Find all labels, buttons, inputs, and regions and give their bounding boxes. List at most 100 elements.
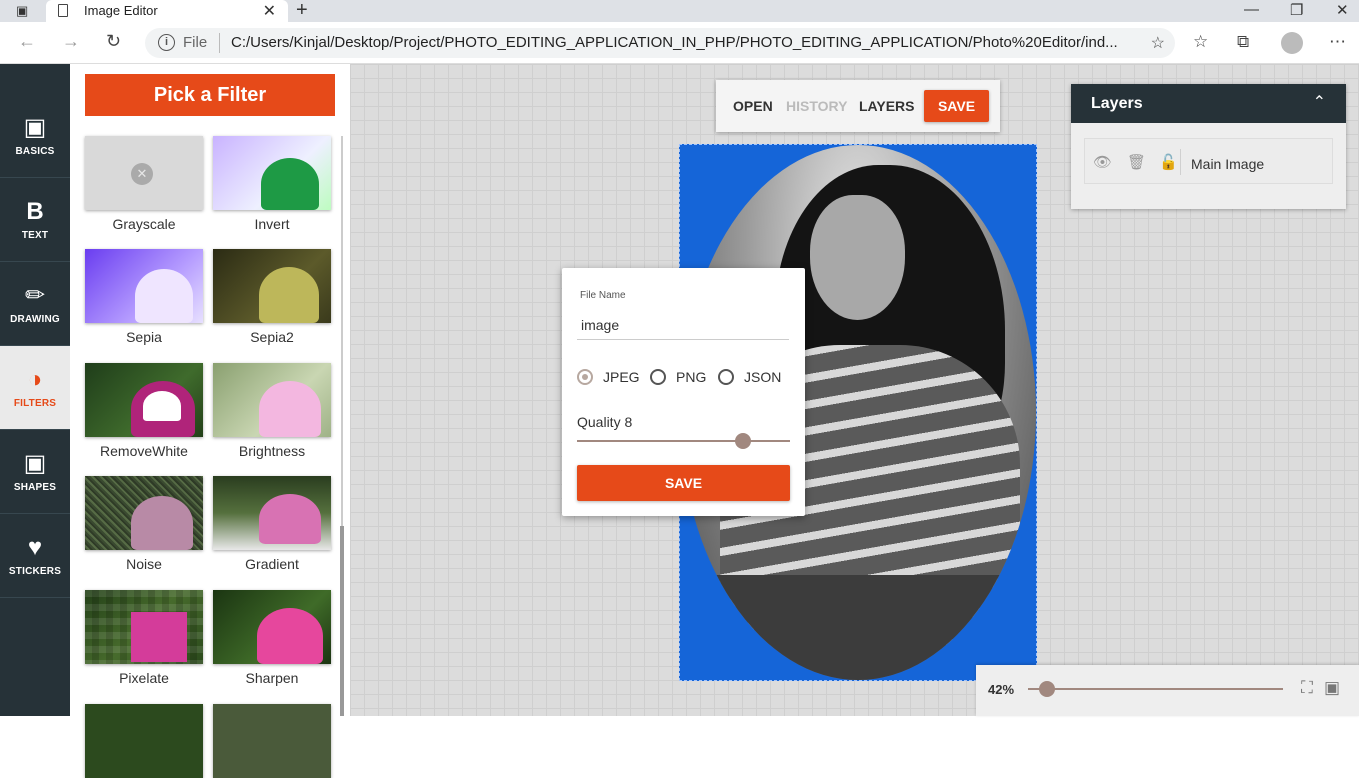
chevron-up-icon[interactable]: ⌃: [1313, 92, 1326, 112]
filter-brightness[interactable]: Brightness: [213, 363, 331, 459]
filter-thumbnail: [213, 704, 331, 778]
rail-item-text[interactable]: B TEXT: [0, 178, 70, 262]
filter-label: RemoveWhite: [100, 443, 188, 459]
collections-icon[interactable]: ⧉: [1237, 32, 1249, 52]
rail-item-label: DRAWING: [10, 314, 60, 325]
refresh-icon[interactable]: ↻: [106, 31, 121, 52]
save-dialog: File Name JPEG PNG JSON Quality 8 SAVE: [562, 268, 805, 516]
file-name-input[interactable]: [577, 310, 789, 340]
browser-tab[interactable]: Image Editor ✕: [46, 0, 288, 22]
browser-tab-bar: ▣ Image Editor ✕ + — ❐ ✕: [0, 0, 1359, 22]
filter-pixelate[interactable]: Pixelate: [85, 590, 203, 686]
more-icon[interactable]: ⋯: [1329, 32, 1346, 52]
radio-label: JSON: [744, 369, 782, 385]
filter-scrollbar[interactable]: [340, 136, 344, 716]
filter-label: Grayscale: [112, 216, 176, 232]
flower-shape: [135, 269, 193, 323]
flower-shape: [131, 496, 193, 550]
scrollbar-thumb[interactable]: [340, 526, 344, 716]
quality-slider-knob[interactable]: [735, 433, 751, 449]
filter-more[interactable]: [213, 704, 331, 778]
address-bar: ← → ↻ i File C:/Users/Kinjal/Desktop/Pro…: [0, 22, 1359, 64]
filter-invert[interactable]: Invert: [213, 136, 331, 232]
flower-shape: [259, 494, 321, 544]
rail-item-label: SHAPES: [13, 482, 57, 493]
tool-rail: ▣ BASICS B TEXT ✏ DRAWING ◑ FILTERS ▣ SH…: [0, 64, 70, 716]
page-icon: [58, 4, 68, 17]
rail-item-basics[interactable]: ▣ BASICS: [0, 94, 70, 178]
flower-shape: [259, 381, 321, 437]
flower-shape: [143, 391, 181, 421]
lock-icon[interactable]: 🔓: [1159, 153, 1178, 171]
filter-thumbnail: [85, 363, 203, 437]
filter-sharpen[interactable]: Sharpen: [213, 590, 331, 686]
fit-screen-icon[interactable]: ⛶: [1301, 678, 1313, 698]
close-icon: ✕: [131, 163, 153, 185]
filter-sepia2[interactable]: Sepia2: [213, 249, 331, 345]
favorites-icon[interactable]: ☆: [1193, 32, 1208, 52]
file-name-label: File Name: [580, 290, 626, 301]
back-icon[interactable]: ←: [18, 31, 36, 52]
filter-thumbnail: [213, 136, 331, 210]
filter-noise[interactable]: Noise: [85, 476, 203, 572]
url-scheme: File: [183, 34, 208, 51]
filter-panel: Pick a Filter ✕ Grayscale Invert Sepia S…: [70, 64, 350, 778]
layer-divider: [1180, 149, 1181, 175]
filter-grayscale[interactable]: ✕ Grayscale: [85, 136, 203, 232]
add-favorite-icon[interactable]: ☆: [1151, 33, 1165, 53]
window-icon[interactable]: ▣: [16, 3, 32, 18]
flower-shape: [257, 608, 323, 664]
rail-item-shapes[interactable]: ▣ SHAPES: [0, 430, 70, 514]
filter-thumbnail: [85, 249, 203, 323]
filter-label: Brightness: [238, 443, 306, 459]
layers-title: Layers: [1091, 95, 1143, 112]
info-icon[interactable]: i: [158, 34, 175, 51]
filter-thumbnail: ✕: [85, 136, 203, 210]
filter-thumbnail: [213, 249, 331, 323]
filter-label: Sepia: [126, 329, 162, 345]
close-tab-icon[interactable]: ✕: [263, 1, 276, 21]
open-button[interactable]: OPEN: [733, 98, 773, 114]
rail-item-filters[interactable]: ◑ FILTERS: [0, 346, 70, 430]
history-button[interactable]: HISTORY: [786, 98, 847, 114]
trash-icon[interactable]: 🗑: [1127, 153, 1146, 171]
actual-size-icon[interactable]: ▣: [1324, 678, 1340, 698]
rail-item-drawing[interactable]: ✏ DRAWING: [0, 262, 70, 346]
filter-gradient[interactable]: Gradient: [213, 476, 331, 572]
url-text[interactable]: C:/Users/Kinjal/Desktop/Project/PHOTO_ED…: [231, 34, 1118, 51]
flower-shape: [131, 612, 187, 662]
rail-item-stickers[interactable]: ♥ STICKERS: [0, 514, 70, 598]
dialog-save-button[interactable]: SAVE: [577, 465, 790, 501]
image-icon: ▣: [23, 114, 47, 141]
quality-slider[interactable]: [577, 433, 790, 449]
filter-thumbnail: [213, 590, 331, 664]
rail-item-label: TEXT: [21, 230, 49, 241]
filter-removewhite[interactable]: RemoveWhite: [85, 363, 203, 459]
shapes-icon: ▣: [23, 450, 47, 477]
save-button[interactable]: SAVE: [924, 90, 989, 122]
url-field[interactable]: i File C:/Users/Kinjal/Desktop/Project/P…: [145, 28, 1175, 58]
filter-thumbnail: [85, 704, 203, 778]
filter-label: Sharpen: [245, 670, 299, 686]
zoom-slider-knob[interactable]: [1039, 681, 1055, 697]
layer-name: Main Image: [1191, 156, 1265, 172]
layers-button[interactable]: LAYERS: [859, 98, 915, 114]
zoom-slider[interactable]: [1028, 681, 1283, 697]
rail-item-label: BASICS: [15, 146, 55, 157]
filter-label: Sepia2: [250, 329, 294, 345]
minimize-icon[interactable]: —: [1244, 1, 1259, 18]
filter-sepia[interactable]: Sepia: [85, 249, 203, 345]
new-tab-icon[interactable]: +: [296, 0, 308, 22]
forward-icon[interactable]: →: [62, 31, 80, 52]
layers-header[interactable]: Layers ⌃: [1071, 84, 1346, 123]
filter-more[interactable]: [85, 704, 203, 778]
photo-face: [810, 195, 905, 320]
restore-icon[interactable]: ❐: [1290, 1, 1303, 19]
brush-icon: ✏: [24, 282, 46, 309]
profile-avatar[interactable]: [1281, 32, 1303, 54]
eye-icon[interactable]: 👁: [1093, 153, 1112, 171]
close-window-icon[interactable]: ✕: [1336, 1, 1349, 19]
layer-row[interactable]: 👁 🗑 🔓 Main Image: [1084, 138, 1333, 184]
filter-label: Pixelate: [119, 670, 169, 686]
rail-item-label: STICKERS: [8, 566, 62, 577]
